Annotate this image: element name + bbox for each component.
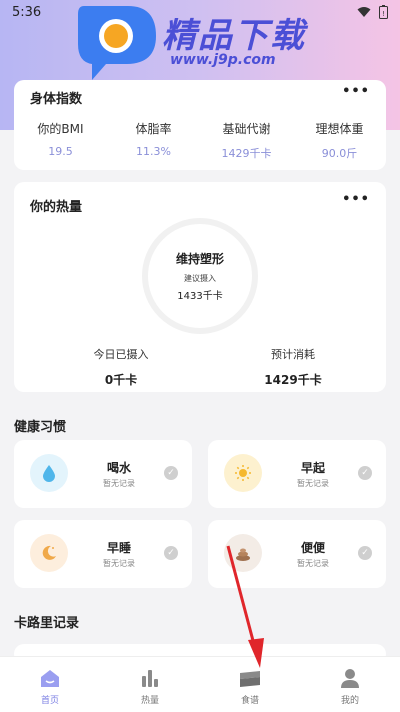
recipe-icon: [240, 671, 260, 687]
check-icon[interactable]: ✓: [358, 546, 372, 560]
svg-text:!: !: [382, 10, 385, 18]
body-index-more-button[interactable]: •••: [342, 84, 370, 99]
intake-stat: 今日已摄入 0千卡: [56, 346, 186, 388]
metric-label: 理想体重: [315, 122, 364, 136]
profile-icon: [341, 669, 359, 688]
metric-body-fat: 体脂率 11.3%: [107, 120, 200, 161]
nav-calories[interactable]: 热量: [100, 657, 200, 712]
home-icon: [41, 670, 59, 687]
watermark-title: 精品下载: [162, 16, 306, 56]
check-icon[interactable]: ✓: [164, 466, 178, 480]
calories-card[interactable]: 你的热量 ••• 维持塑形 建议摄入 1433千卡 今日已摄入 0千卡 预计消耗…: [14, 182, 386, 392]
bottom-nav: 首页 热量 食谱 我的: [0, 656, 400, 712]
watermark-logo: [78, 6, 156, 80]
metric-label: 体脂率: [135, 122, 172, 136]
nav-label: 首页: [40, 696, 59, 706]
wifi-icon: [357, 7, 371, 17]
ring-title: 维持塑形: [175, 252, 224, 266]
bar-chart-icon: [142, 670, 158, 687]
metric-label: 基础代谢: [222, 122, 271, 136]
metric-bmr: 基础代谢 1429千卡: [200, 120, 293, 161]
nav-label: 我的: [340, 696, 359, 706]
habit-card-early-sleep[interactable]: 早睡 暂无记录 ✓: [14, 520, 192, 588]
metric-ideal-weight: 理想体重 90.0斤: [293, 120, 386, 161]
moon-icon: [30, 534, 68, 572]
burn-stat: 预计消耗 1429千卡: [228, 346, 358, 388]
nav-label: 热量: [140, 696, 159, 706]
burn-label: 预计消耗: [271, 348, 315, 361]
calorie-record-title: 卡路里记录: [14, 616, 80, 631]
nav-profile[interactable]: 我的: [300, 657, 400, 712]
nav-label: 食谱: [240, 696, 259, 706]
body-index-metrics: 你的BMI 19.5 体脂率 11.3% 基础代谢 1429千卡 理想体重 90…: [14, 120, 386, 161]
metric-value: 19.5: [48, 145, 73, 158]
habits-section-title: 健康习惯: [14, 420, 67, 435]
burn-value: 1429千卡: [264, 373, 322, 387]
sun-icon: [224, 454, 262, 492]
calories-title: 你的热量: [30, 200, 83, 215]
habit-status: 暂无记录: [297, 559, 329, 568]
status-icons: !: [357, 5, 388, 19]
watermark: 精品下载 www.j9p.com: [72, 0, 332, 82]
calories-more-button[interactable]: •••: [342, 192, 370, 207]
metric-value: 11.3%: [136, 145, 171, 158]
ring-value: 1433千卡: [177, 291, 223, 302]
habit-card-early-rise[interactable]: 早起 暂无记录 ✓: [208, 440, 386, 508]
check-icon[interactable]: ✓: [358, 466, 372, 480]
status-time: 5:36: [12, 4, 42, 20]
habit-name: 便便: [300, 541, 325, 555]
habit-name: 喝水: [106, 461, 131, 475]
poop-icon: [224, 534, 262, 572]
nav-home[interactable]: 首页: [0, 657, 100, 712]
habit-card-water[interactable]: 喝水 暂无记录 ✓: [14, 440, 192, 508]
habit-name: 早睡: [106, 541, 131, 555]
intake-label: 今日已摄入: [93, 348, 149, 361]
habit-status: 暂无记录: [103, 559, 135, 568]
water-drop-icon: [30, 454, 68, 492]
habit-status: 暂无记录: [103, 479, 135, 488]
ring-subtitle: 建议摄入: [184, 274, 216, 283]
metric-value: 90.0斤: [321, 147, 358, 160]
metric-bmi: 你的BMI 19.5: [14, 120, 107, 161]
metric-label: 你的BMI: [37, 122, 84, 136]
body-index-title: 身体指数: [30, 92, 83, 107]
nav-recipes[interactable]: 食谱: [200, 657, 300, 712]
calorie-ring: 维持塑形 建议摄入 1433千卡: [142, 218, 258, 334]
watermark-url: www.j9p.com: [170, 52, 276, 68]
metric-value: 1429千卡: [221, 147, 272, 160]
habit-status: 暂无记录: [297, 479, 329, 488]
intake-value: 0千卡: [104, 373, 138, 387]
battery-icon: !: [379, 5, 388, 19]
check-icon[interactable]: ✓: [164, 546, 178, 560]
habit-card-bowel[interactable]: 便便 暂无记录 ✓: [208, 520, 386, 588]
body-index-card[interactable]: 身体指数 ••• 你的BMI 19.5 体脂率 11.3% 基础代谢 1429千…: [14, 80, 386, 170]
habit-name: 早起: [300, 461, 325, 475]
